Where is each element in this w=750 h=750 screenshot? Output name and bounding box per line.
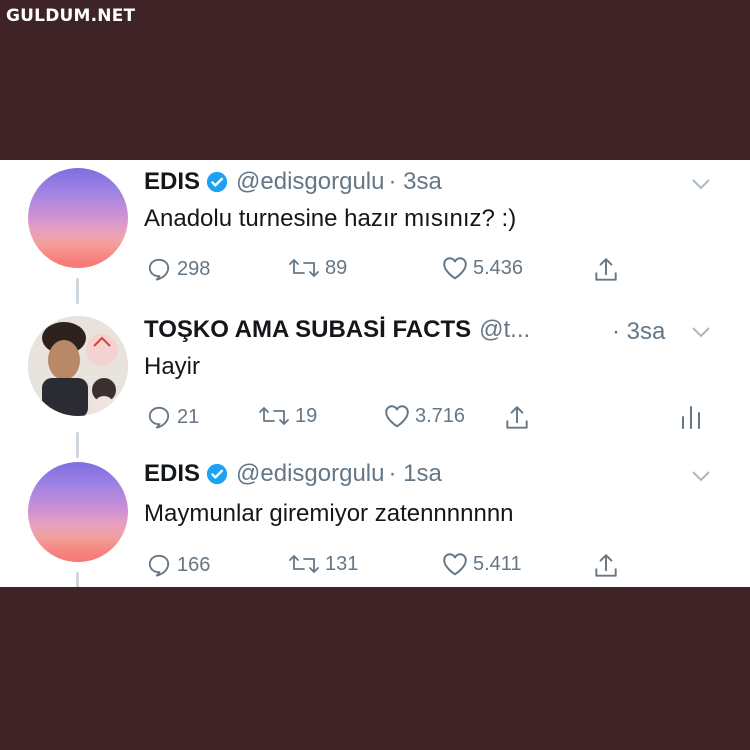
retweet-button[interactable]: 131 (288, 552, 358, 576)
tweet-actions: 166 131 5.411 (146, 552, 746, 582)
like-count: 5.436 (473, 256, 524, 279)
like-button[interactable]: 5.411 (442, 552, 522, 576)
heart-icon (443, 257, 467, 280)
tweet-text: Anadolu turnesine hazır mısınız? :) (144, 205, 517, 232)
like-button[interactable]: 5.436 (442, 256, 523, 280)
share-icon (506, 406, 528, 429)
tweet-2[interactable]: TOŞKO AMA SUBASİ FACTS @t... · 3sa Hayir… (0, 308, 750, 458)
share-icon (595, 258, 617, 281)
retweet-button[interactable]: 19 (258, 404, 317, 428)
reply-icon (148, 554, 170, 577)
avatar[interactable] (28, 462, 128, 562)
tweet-1[interactable]: EDIS @edisgorgulu · 3sa Anadolu turnesin… (0, 160, 750, 306)
analytics-button[interactable] (680, 404, 707, 430)
display-name[interactable]: EDIS (144, 460, 200, 488)
retweet-icon (289, 555, 319, 573)
share-button[interactable] (593, 256, 624, 284)
share-button[interactable] (593, 552, 624, 580)
heart-icon (443, 553, 467, 576)
reply-count: 298 (177, 257, 211, 280)
chevron-down-icon[interactable] (692, 326, 710, 338)
reply-icon (148, 406, 170, 429)
reply-count: 21 (177, 405, 200, 428)
chevron-down-icon[interactable] (692, 178, 710, 190)
retweet-count: 19 (295, 404, 318, 427)
retweet-button[interactable]: 89 (288, 256, 347, 280)
reply-button[interactable]: 21 (146, 404, 199, 430)
chevron-down-icon[interactable] (692, 470, 710, 482)
retweet-count: 89 (325, 256, 348, 279)
tweet-3[interactable]: EDIS @edisgorgulu · 1sa Maymunlar giremi… (0, 460, 750, 587)
share-button[interactable] (504, 404, 535, 432)
reply-button[interactable]: 166 (146, 552, 210, 578)
like-button[interactable]: 3.716 (384, 404, 465, 428)
tweet-timestamp[interactable]: · 3sa (388, 168, 441, 196)
reply-count: 166 (177, 553, 211, 576)
retweet-count: 131 (325, 552, 359, 575)
site-watermark: GULDUM.NET (6, 6, 136, 26)
analytics-icon (682, 406, 700, 429)
avatar[interactable] (28, 316, 128, 416)
reply-icon (148, 258, 170, 281)
like-count: 5.411 (473, 552, 522, 575)
thread-connector-line (76, 572, 79, 587)
like-count: 3.716 (415, 404, 466, 427)
user-handle[interactable]: @edisgorgulu (236, 460, 384, 488)
tweet-text: Hayir (144, 353, 201, 380)
verified-badge-icon (206, 463, 228, 485)
tweet-actions: 298 89 5.436 (146, 256, 746, 286)
tweet-timestamp[interactable]: · 1sa (388, 460, 441, 488)
retweet-icon (289, 259, 319, 277)
share-icon (595, 554, 617, 577)
tweet-actions: 21 19 3.716 (146, 404, 746, 434)
thread-connector-line (76, 432, 79, 458)
heart-icon (385, 405, 409, 428)
display-name[interactable]: EDIS (144, 168, 200, 196)
reply-button[interactable]: 298 (146, 256, 210, 282)
thread-connector-line (76, 278, 79, 304)
tweet-timestamp[interactable]: · 3sa (612, 318, 665, 346)
retweet-icon (259, 407, 289, 425)
display-name[interactable]: TOŞKO AMA SUBASİ FACTS (144, 316, 471, 344)
avatar[interactable] (28, 168, 128, 268)
user-handle[interactable]: @edisgorgulu (236, 168, 384, 196)
user-handle[interactable]: @t... (479, 316, 530, 344)
tweet-thread: EDIS @edisgorgulu · 3sa Anadolu turnesin… (0, 160, 750, 587)
verified-badge-icon (206, 171, 228, 193)
tweet-text: Maymunlar giremiyor zatennnnnnn (144, 500, 514, 527)
profile-photo (28, 316, 128, 416)
